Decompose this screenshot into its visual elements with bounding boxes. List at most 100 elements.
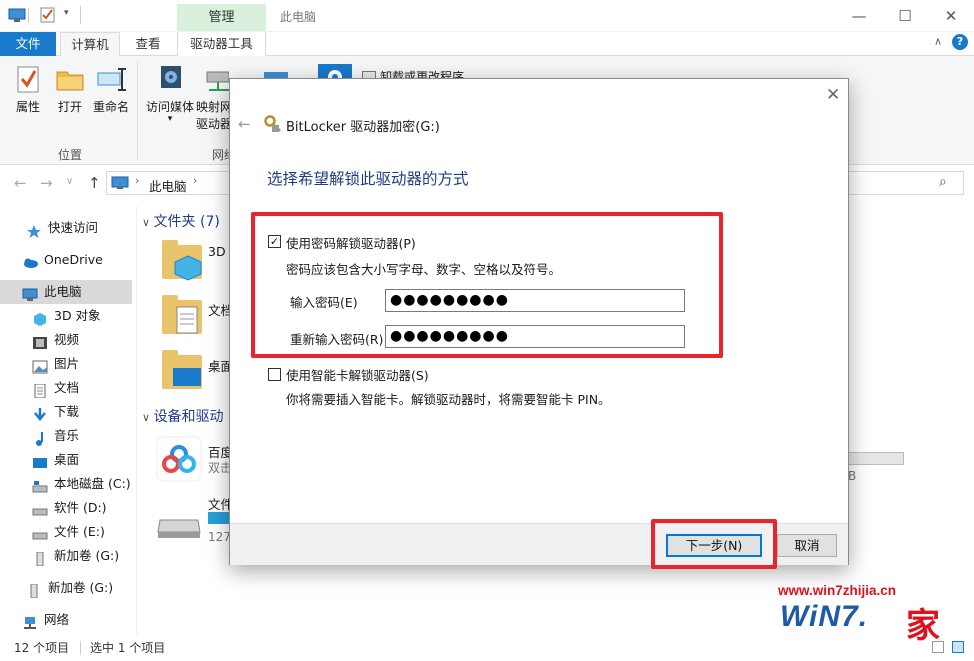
collapse-ribbon-icon[interactable]: ∧ [934, 35, 942, 48]
sidebar-item-label: 视频 [54, 332, 80, 347]
breadcrumb-this-pc[interactable]: 此电脑 [149, 176, 187, 195]
maximize-button[interactable]: ☐ [882, 4, 928, 28]
usb-drive-icon [26, 582, 42, 598]
access-media-dropdown-icon: ▾ [167, 114, 173, 124]
sidebar-item-drive-g[interactable]: 新加卷 (G:) [0, 544, 136, 568]
dialog-back-arrow-icon[interactable]: ← [238, 115, 251, 133]
sidebar-item-label: 桌面 [54, 452, 80, 467]
sidebar-item-label: 软件 (D:) [54, 500, 107, 515]
back-arrow-icon[interactable]: ← [14, 174, 27, 192]
hard-drive-icon[interactable] [156, 514, 202, 543]
password-unlock-checkbox[interactable]: ✓ [268, 235, 281, 248]
sidebar-item-label: 新加卷 (G:) [54, 548, 120, 563]
dialog-footer: 下一步(N) 取消 [230, 519, 848, 569]
next-button[interactable]: 下一步(N) [666, 534, 762, 557]
properties-qat-icon[interactable] [40, 7, 58, 23]
folders-section-header[interactable]: ∨ 文件夹 (7) [142, 211, 220, 231]
password-unlock-label[interactable]: 使用密码解锁驱动器(P) [286, 233, 416, 252]
devices-header-label: 设备和驱动 [153, 409, 224, 425]
group-location-label: 位置 [58, 148, 83, 162]
sidebar-item-label: 音乐 [54, 428, 80, 443]
up-arrow-icon[interactable]: ↑ [88, 174, 101, 192]
smartcard-unlock-label[interactable]: 使用智能卡解锁驱动器(S) [286, 365, 429, 384]
tab-manage[interactable]: 管理 [177, 4, 266, 31]
dialog-close-icon[interactable]: ✕ [826, 85, 840, 105]
sidebar-item-drive-d[interactable]: 软件 (D:) [0, 496, 136, 520]
download-arrow-icon [32, 406, 48, 421]
tab-drive-tools[interactable]: 驱动器工具 [177, 32, 266, 56]
cancel-button[interactable]: 取消 [777, 534, 837, 557]
map-drive-button[interactable]: 映射网 驱动器 [196, 64, 232, 132]
selected-count: 选中 1 个项目 [90, 641, 166, 655]
sidebar-item-documents[interactable]: 文档 [0, 376, 136, 400]
tiles-view-icon[interactable] [952, 641, 964, 653]
sidebar-item-label: 文档 [54, 380, 80, 395]
smartcard-unlock-checkbox[interactable] [268, 368, 281, 381]
sidebar-item-drive-g-root[interactable]: 新加卷 (G:) [0, 576, 136, 600]
sidebar-item-videos[interactable]: 视频 [0, 328, 136, 352]
drive-icon [32, 502, 48, 516]
desktop-icon [173, 368, 201, 386]
drive-size-label: 127 [208, 530, 231, 544]
music-note-icon [32, 430, 48, 446]
dialog-heading: 选择希望解锁此驱动器的方式 [267, 170, 469, 188]
status-bar: 12 个项目 选中 1 个项目 [0, 637, 974, 661]
help-icon[interactable]: ? [952, 34, 968, 50]
tab-view[interactable]: 查看 [124, 32, 172, 56]
dialog-title: BitLocker 驱动器加密(G:) [286, 120, 440, 135]
reenter-password-field[interactable]: ●●●●●●●●● [385, 325, 685, 348]
sidebar-item-drive-e[interactable]: 文件 (E:) [0, 520, 136, 544]
breadcrumb-chevron-icon[interactable]: › [135, 174, 139, 187]
drive-usage-bar [208, 512, 230, 524]
sidebar-item-label: 下载 [54, 404, 80, 419]
navigation-pane: 快速访问 OneDrive 此电脑 3D 对象 视频 图片 文档 下载 音乐 桌… [0, 210, 136, 635]
document-icon [32, 382, 48, 398]
sidebar-item-label: 本地磁盘 (C:) [54, 476, 131, 491]
sidebar-item-pictures[interactable]: 图片 [0, 352, 136, 376]
cube-icon [32, 310, 48, 326]
enter-password-field[interactable]: ●●●●●●●●● [385, 289, 685, 312]
open-button[interactable]: 打开 [52, 64, 88, 115]
baidu-netdisk-icon[interactable] [156, 436, 202, 485]
sidebar-item-label: 文件 (E:) [54, 524, 105, 539]
sidebar-item-label: 图片 [54, 356, 80, 371]
folder-3d-objects[interactable] [162, 240, 202, 281]
sidebar-item-quick-access[interactable]: 快速访问 [0, 216, 136, 240]
sidebar-item-this-pc[interactable]: 此电脑 [0, 280, 132, 304]
forward-arrow-icon[interactable]: → [40, 174, 53, 192]
this-pc-icon [111, 176, 129, 193]
rename-label: 重命名 [92, 100, 129, 114]
sidebar-item-desktop[interactable]: 桌面 [0, 448, 136, 472]
close-button[interactable]: ✕ [928, 4, 974, 28]
breadcrumb-chevron-icon[interactable]: › [193, 174, 197, 187]
sidebar-item-3d-objects[interactable]: 3D 对象 [0, 304, 136, 328]
access-media-label: 访问媒体 [145, 100, 194, 114]
sidebar-item-downloads[interactable]: 下载 [0, 400, 136, 424]
search-icon[interactable]: ⌕ [939, 174, 947, 190]
sidebar-item-network[interactable]: 网络 [0, 608, 136, 632]
devices-section-header[interactable]: ∨ 设备和驱动 [142, 406, 224, 426]
sidebar-item-drive-c[interactable]: 本地磁盘 (C:) [0, 472, 136, 496]
map-drive-label-line2: 驱动器 [196, 117, 233, 131]
network-drive-icon [199, 64, 230, 94]
sidebar-item-label: 网络 [44, 612, 70, 627]
open-label: 打开 [57, 100, 82, 114]
rename-button[interactable]: 重命名 [90, 64, 132, 115]
cube-icon [174, 255, 202, 281]
sidebar-item-music[interactable]: 音乐 [0, 424, 136, 448]
access-media-button[interactable]: 访问媒体 ▾ [142, 64, 198, 124]
folder-desktop[interactable] [162, 350, 202, 389]
qat-dropdown-icon[interactable]: ▾ [64, 8, 69, 18]
media-icon [155, 64, 185, 94]
sidebar-item-onedrive[interactable]: OneDrive [0, 248, 136, 272]
enter-password-label: 输入密码(E) [290, 295, 358, 310]
recent-locations-icon[interactable]: ∨ [66, 176, 73, 187]
folder-documents[interactable] [162, 295, 202, 334]
system-drive-icon [32, 478, 48, 492]
tab-file[interactable]: 文件 [0, 32, 56, 56]
tab-computer[interactable]: 计算机 [60, 32, 120, 57]
properties-button[interactable]: 属性 [8, 64, 48, 115]
minimize-button[interactable]: — [836, 4, 882, 28]
computer-icon[interactable] [8, 7, 26, 23]
qat-divider [28, 8, 29, 22]
